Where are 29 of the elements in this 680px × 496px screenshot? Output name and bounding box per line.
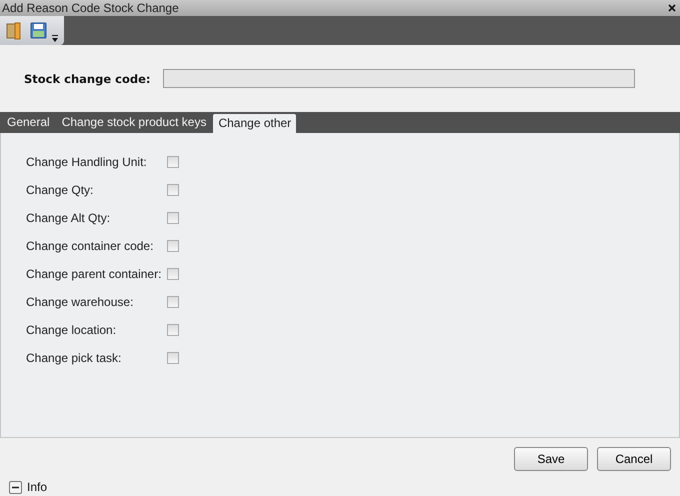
checkbox[interactable] [167,156,179,168]
option-label: Change warehouse: [26,295,134,309]
window-title: Add Reason Code Stock Change [2,1,179,15]
checkbox[interactable] [167,212,179,224]
dialog-button[interactable]: Cancel [597,447,671,471]
dropdown-icon[interactable] [52,35,58,42]
option-label: Change pick task: [26,351,122,365]
info-label: Info [27,480,48,494]
collapse-button[interactable] [9,480,22,494]
checkbox[interactable] [167,268,179,280]
option-label: Change Handling Unit: [26,155,148,169]
option-label: Change Alt Qty: [26,211,112,225]
tab[interactable]: General [2,112,55,133]
close-icon[interactable] [668,4,676,12]
checkbox[interactable] [167,352,179,364]
checkbox[interactable] [167,240,179,252]
option-label: Change Qty: [26,183,94,197]
option-label: Change location: [26,323,118,337]
stock-change-code-field[interactable] [163,69,636,88]
option-label: Change parent container: [26,267,162,281]
checkbox[interactable] [167,296,179,308]
option-label: Change container code: [26,239,154,253]
dialog-button[interactable]: Save [514,447,588,471]
checkbox[interactable] [167,324,179,336]
checkbox[interactable] [167,184,179,196]
save-button[interactable] [28,20,48,42]
tab[interactable]: Change stock product keys [56,112,212,133]
field-label: Stock change code: [24,72,150,86]
tab[interactable]: Change other [213,114,296,133]
